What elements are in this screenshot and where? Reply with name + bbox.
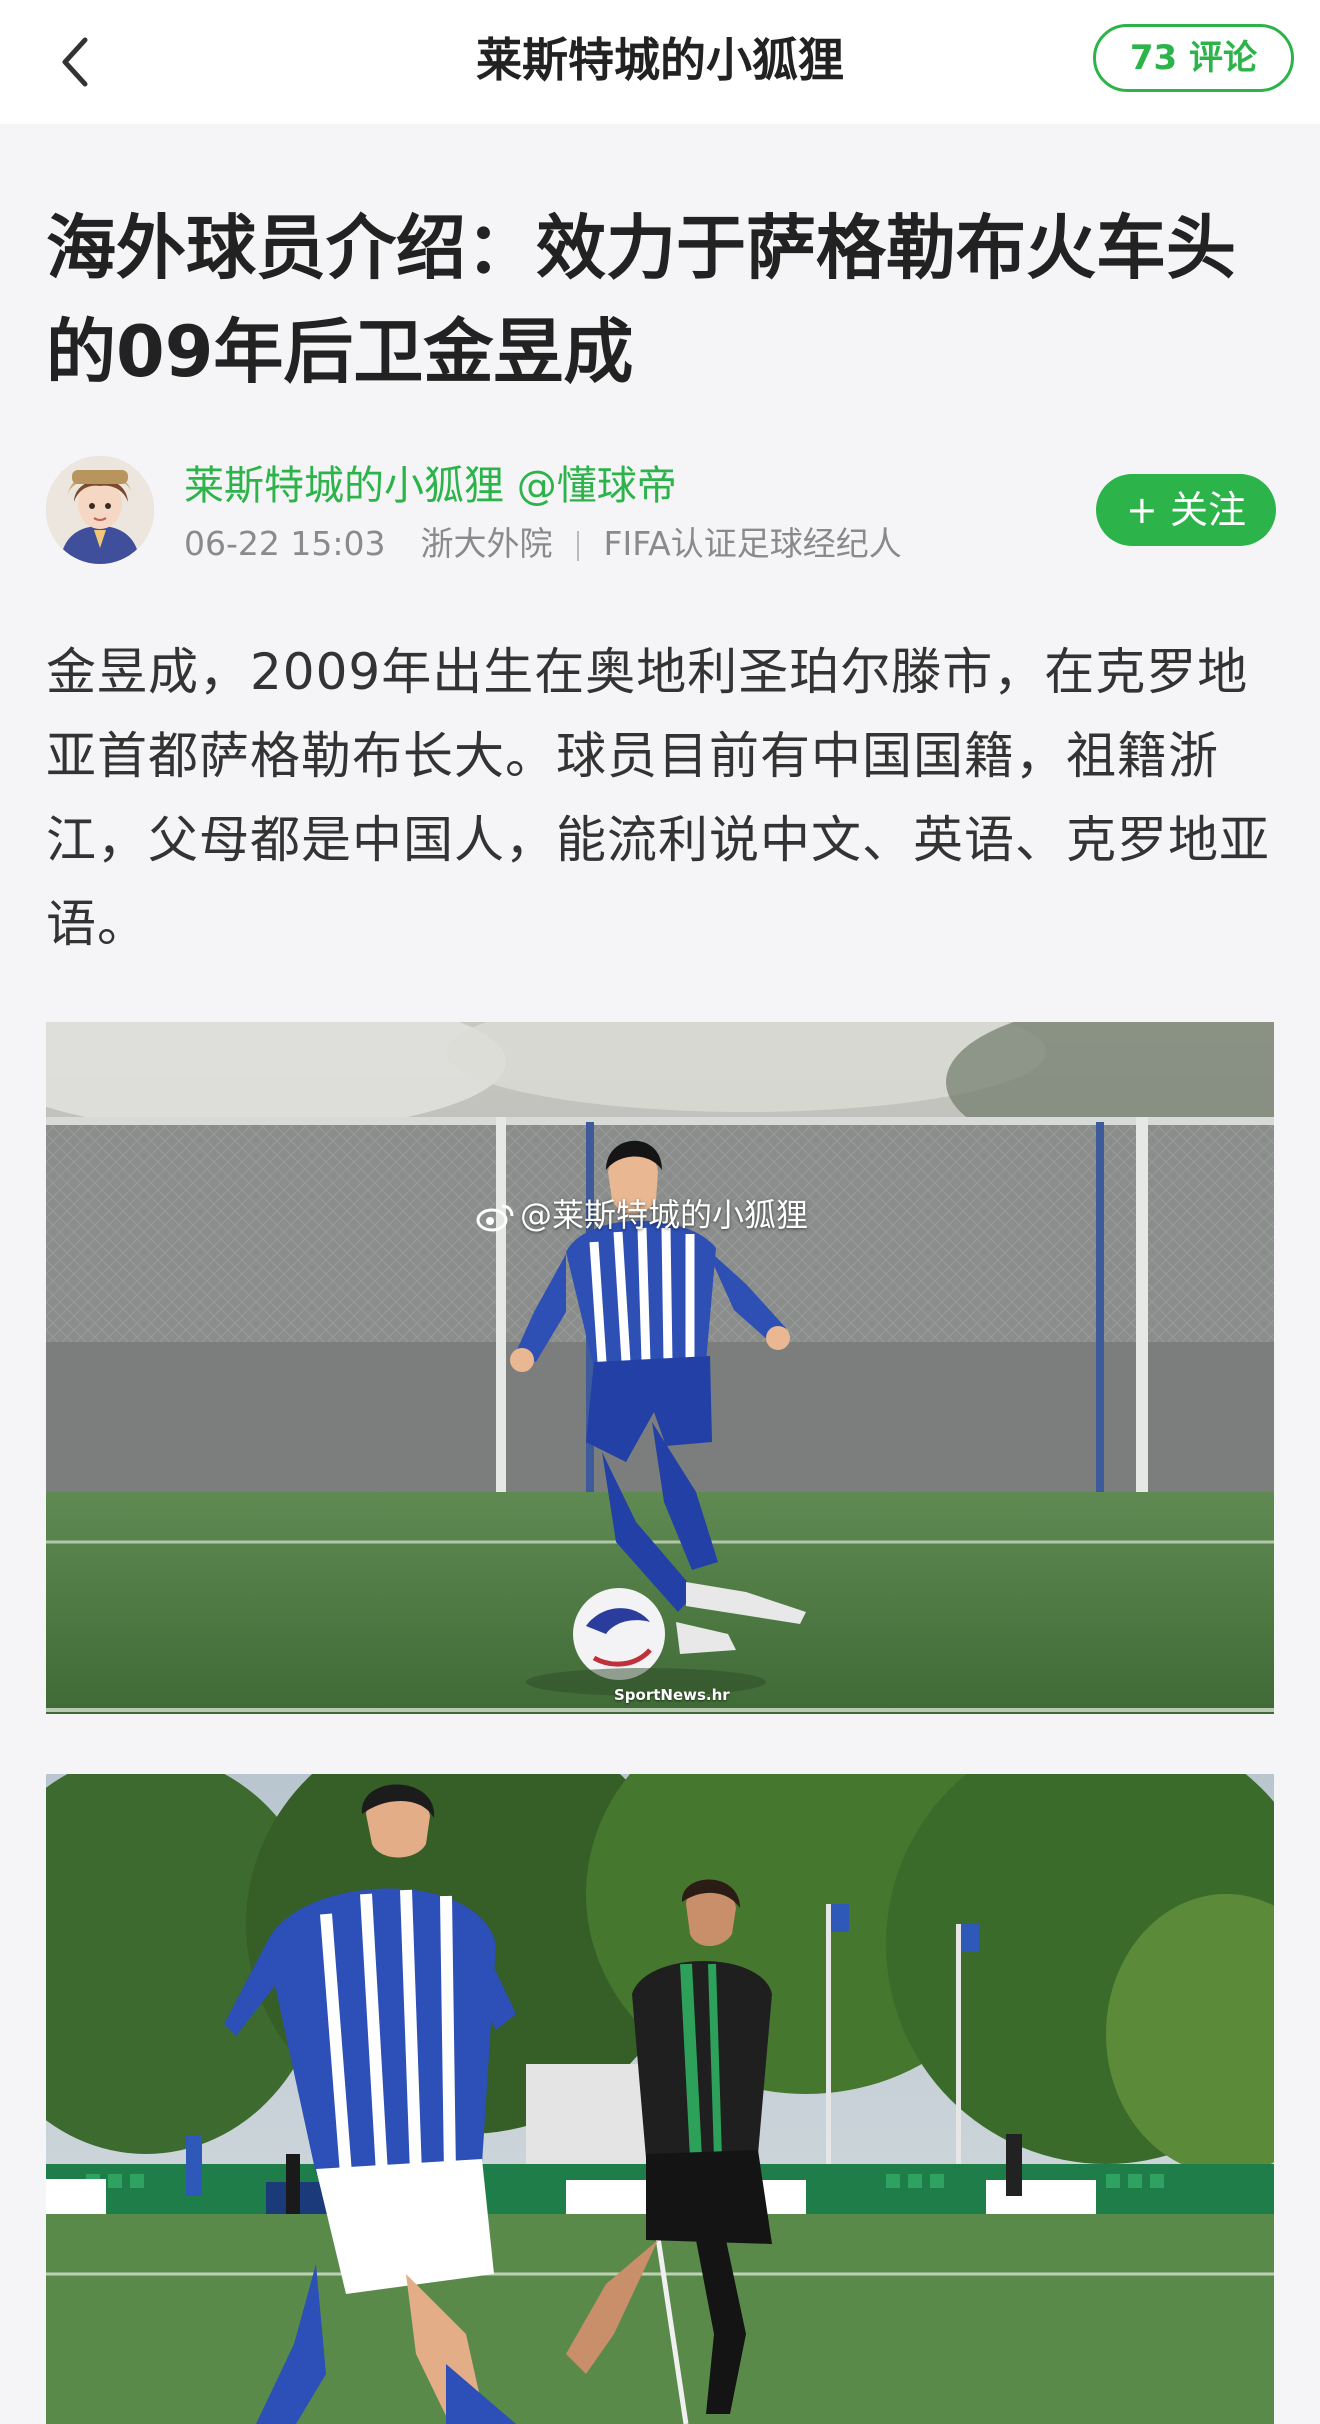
back-button[interactable] xyxy=(40,24,110,100)
page-title: 莱斯特城的小狐狸 xyxy=(476,33,844,87)
article-title: 海外球员介绍：效力于萨格勒布火车头的09年后卫金昱成 xyxy=(46,207,1236,393)
image-credit: SportNews.hr xyxy=(614,1686,730,1704)
author-certification: FIFA认证足球经纪人 xyxy=(603,524,902,563)
comments-button[interactable]: 73 评论 xyxy=(1092,24,1294,92)
weibo-logo-icon xyxy=(476,1202,514,1232)
avatar[interactable] xyxy=(46,456,154,564)
author-row: 莱斯特城的小狐狸 @懂球帝 06-22 15:03 浙大外院 FIFA认证足球经… xyxy=(46,456,1276,572)
photo-player-dribbling xyxy=(46,1022,1274,1714)
publish-date: 06-22 15:03 xyxy=(184,524,386,563)
article-image-2[interactable] xyxy=(46,1774,1274,2424)
avatar-illustration xyxy=(46,456,154,564)
follow-button[interactable]: + 关注 xyxy=(1096,474,1276,546)
article-image-1[interactable]: @莱斯特城的小狐狸 SportNews.hr xyxy=(46,1022,1274,1714)
image-watermark: @莱斯特城的小狐狸 xyxy=(476,1190,808,1236)
meta-divider xyxy=(576,530,579,561)
article-body: 金昱成，2009年出生在奥地利圣珀尔滕市，在克罗地亚首都萨格勒布长大。球员目前有… xyxy=(46,643,1270,953)
watermark-text: @莱斯特城的小狐狸 xyxy=(520,1196,809,1234)
author-school: 浙大外院 xyxy=(420,524,553,563)
author-meta: 06-22 15:03 浙大外院 FIFA认证足球经纪人 xyxy=(184,522,902,566)
author-name[interactable]: 莱斯特城的小狐狸 @懂球帝 xyxy=(184,460,677,512)
chevron-left-icon xyxy=(62,37,88,87)
photo-match-action xyxy=(46,1774,1274,2424)
top-nav-bar: 莱斯特城的小狐狸 73 评论 xyxy=(0,0,1320,124)
